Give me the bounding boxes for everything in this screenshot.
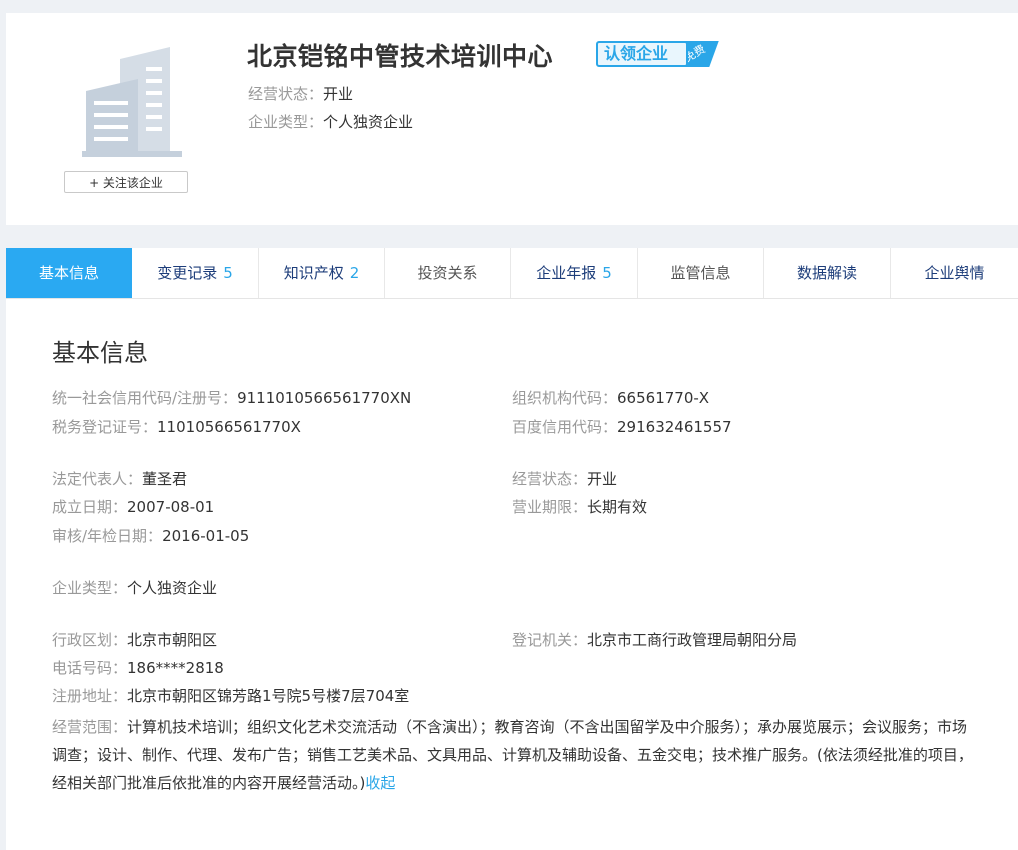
field-region: 行政区划：北京市朝阳区 — [52, 629, 217, 650]
follow-company-button[interactable]: + 关注该企业 — [64, 171, 188, 193]
company-header: + 关注该企业 北京铠铭中管技术培训中心 免费 认领企业 经营状态：开业 企业类… — [6, 13, 1018, 225]
tab-bar: 基本信息 变更记录 5 知识产权 2 投资关系 企业年报 5 监管信息 数据解读 企业… — [6, 248, 1018, 299]
field-value: 北京市朝阳区 — [127, 631, 218, 649]
company-logo-placeholder-icon — [82, 45, 182, 169]
field-value: 长期有效 — [587, 498, 648, 516]
field-phone: 电话号码：186****2818 — [52, 657, 224, 678]
field-value: 186****2818 — [127, 659, 224, 677]
field-label: 注册地址： — [52, 687, 128, 705]
claim-company-badge[interactable]: 免费 认领企业 — [596, 39, 719, 71]
field-value: 计算机技术培训；组织文化艺术交流活动（不含演出）；教育咨询（不含出国留学及中介服… — [52, 718, 973, 792]
field-label: 营业期限： — [512, 498, 588, 516]
tab-regulatory[interactable]: 监管信息 — [638, 248, 764, 298]
section-title: 基本信息 — [52, 339, 148, 367]
collapse-link[interactable]: 收起 — [365, 774, 395, 792]
field-value: 9111010566561770XN — [237, 389, 412, 407]
header-status-value: 开业 — [323, 85, 354, 103]
field-tax-number: 税务登记证号：11010566561770X — [52, 416, 301, 437]
field-value: 2016-01-05 — [162, 527, 250, 545]
field-value: 董圣君 — [142, 470, 188, 488]
field-legal-rep: 法定代表人：董圣君 — [52, 468, 187, 489]
field-label: 组织机构代码： — [512, 389, 618, 407]
header-type-row: 企业类型：个人独资企业 — [248, 111, 413, 132]
tab-public-opinion[interactable]: 企业舆情 — [891, 248, 1018, 298]
tab-annual-report[interactable]: 企业年报 5 — [511, 248, 638, 298]
field-value: 北京市朝阳区锦芳路1号院5号楼7层704室 — [127, 687, 410, 705]
header-status-row: 经营状态：开业 — [248, 83, 353, 104]
header-type-value: 个人独资企业 — [323, 113, 414, 131]
header-status-label: 经营状态： — [248, 85, 324, 103]
field-label: 成立日期： — [52, 498, 128, 516]
field-company-type: 企业类型：个人独资企业 — [52, 577, 217, 598]
tab-count: 5 — [223, 264, 233, 282]
tab-count: 5 — [602, 264, 612, 282]
field-value: 291632461557 — [617, 418, 732, 436]
field-value: 个人独资企业 — [127, 579, 218, 597]
field-label: 电话号码： — [52, 659, 128, 677]
field-label: 企业类型： — [52, 579, 128, 597]
tab-investment[interactable]: 投资关系 — [385, 248, 511, 298]
company-name: 北京铠铭中管技术培训中心 — [247, 42, 554, 71]
field-business-term: 营业期限：长期有效 — [512, 496, 647, 517]
field-business-scope: 经营范围：计算机技术培训；组织文化艺术交流活动（不含演出）；教育咨询（不含出国留… — [52, 713, 982, 797]
field-status: 经营状态：开业 — [512, 468, 617, 489]
field-label: 统一社会信用代码/注册号： — [52, 389, 238, 407]
field-value: 北京市工商行政管理局朝阳分局 — [587, 631, 798, 649]
field-baidu-code: 百度信用代码：291632461557 — [512, 416, 732, 437]
field-address: 注册地址：北京市朝阳区锦芳路1号院5号楼7层704室 — [52, 685, 409, 706]
claim-badge-label: 认领企业 — [596, 41, 688, 67]
field-value: 11010566561770X — [157, 418, 301, 436]
field-value: 66561770-X — [617, 389, 710, 407]
field-label: 登记机关： — [512, 631, 588, 649]
tab-count: 2 — [349, 264, 360, 282]
field-value: 开业 — [587, 470, 618, 488]
tab-basic-info[interactable]: 基本信息 — [6, 248, 132, 298]
field-value: 2007-08-01 — [127, 498, 215, 516]
field-founded-date: 成立日期：2007-08-01 — [52, 496, 214, 517]
field-label: 行政区划： — [52, 631, 128, 649]
field-registration-authority: 登记机关：北京市工商行政管理局朝阳分局 — [512, 629, 797, 650]
tab-intellectual-property[interactable]: 知识产权 2 — [259, 248, 385, 298]
field-label: 税务登记证号： — [52, 418, 158, 436]
basic-info-panel: 基本信息 统一社会信用代码/注册号：9111010566561770XN 组织机… — [6, 299, 1018, 850]
tab-data-interpretation[interactable]: 数据解读 — [764, 248, 891, 298]
field-credit-code: 统一社会信用代码/注册号：9111010566561770XN — [52, 387, 411, 408]
field-label: 法定代表人： — [52, 470, 143, 488]
field-review-date: 审核/年检日期：2016-01-05 — [52, 525, 249, 546]
tab-change-records[interactable]: 变更记录 5 — [132, 248, 259, 298]
field-org-code: 组织机构代码：66561770-X — [512, 387, 709, 408]
field-label: 经营范围： — [52, 718, 128, 736]
header-type-label: 企业类型： — [248, 113, 324, 131]
field-label: 审核/年检日期： — [52, 527, 163, 545]
field-label: 经营状态： — [512, 470, 588, 488]
field-label: 百度信用代码： — [512, 418, 618, 436]
